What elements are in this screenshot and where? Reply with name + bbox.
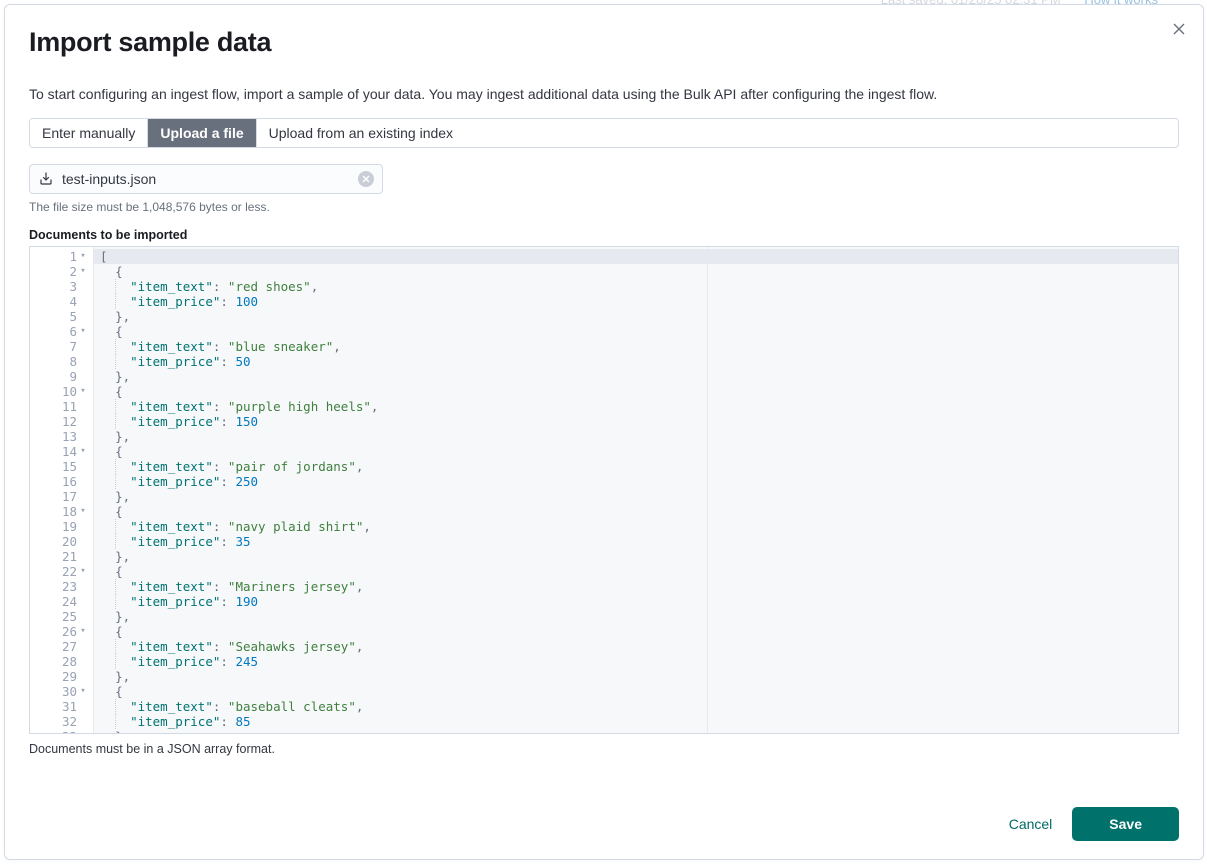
- tab-upload-existing-index[interactable]: Upload from an existing index: [257, 119, 465, 147]
- clear-file-button[interactable]: [358, 171, 374, 187]
- modal-footer: Cancel Save: [5, 791, 1203, 859]
- editor-gutter: 1▾2▾3456▾78910▾11121314▾15161718▾1920212…: [30, 247, 94, 733]
- cancel-button[interactable]: Cancel: [1005, 808, 1057, 840]
- code-content: [ { "item_text": "red shoes", "item_pric…: [94, 247, 707, 733]
- documents-format-hint: Documents must be in a JSON array format…: [29, 742, 1179, 756]
- json-editor[interactable]: 1▾2▾3456▾78910▾11121314▾15161718▾1920212…: [29, 246, 1179, 734]
- documents-label: Documents to be imported: [29, 228, 1179, 242]
- import-method-tabs: Enter manually Upload a file Upload from…: [29, 118, 1179, 148]
- editor-right-pane[interactable]: [708, 247, 1178, 733]
- modal-title: Import sample data: [29, 27, 1179, 58]
- close-icon: [362, 175, 370, 183]
- modal-intro-text: To start configuring an ingest flow, imp…: [29, 86, 1179, 102]
- import-sample-data-modal: Import sample data To start configuring …: [4, 4, 1204, 860]
- tab-upload-file[interactable]: Upload a file: [148, 119, 256, 147]
- save-button[interactable]: Save: [1072, 807, 1179, 841]
- editor-left-pane[interactable]: [ { "item_text": "red shoes", "item_pric…: [94, 247, 708, 733]
- file-size-hint: The file size must be 1,048,576 bytes or…: [29, 200, 1179, 214]
- import-icon: [38, 171, 54, 187]
- uploaded-file-name: test-inputs.json: [62, 171, 350, 187]
- close-icon: [1172, 22, 1186, 36]
- active-line-highlight: [708, 249, 1178, 264]
- tab-enter-manually[interactable]: Enter manually: [30, 119, 148, 147]
- uploaded-file-chip[interactable]: test-inputs.json: [29, 164, 383, 194]
- close-button[interactable]: [1169, 19, 1189, 39]
